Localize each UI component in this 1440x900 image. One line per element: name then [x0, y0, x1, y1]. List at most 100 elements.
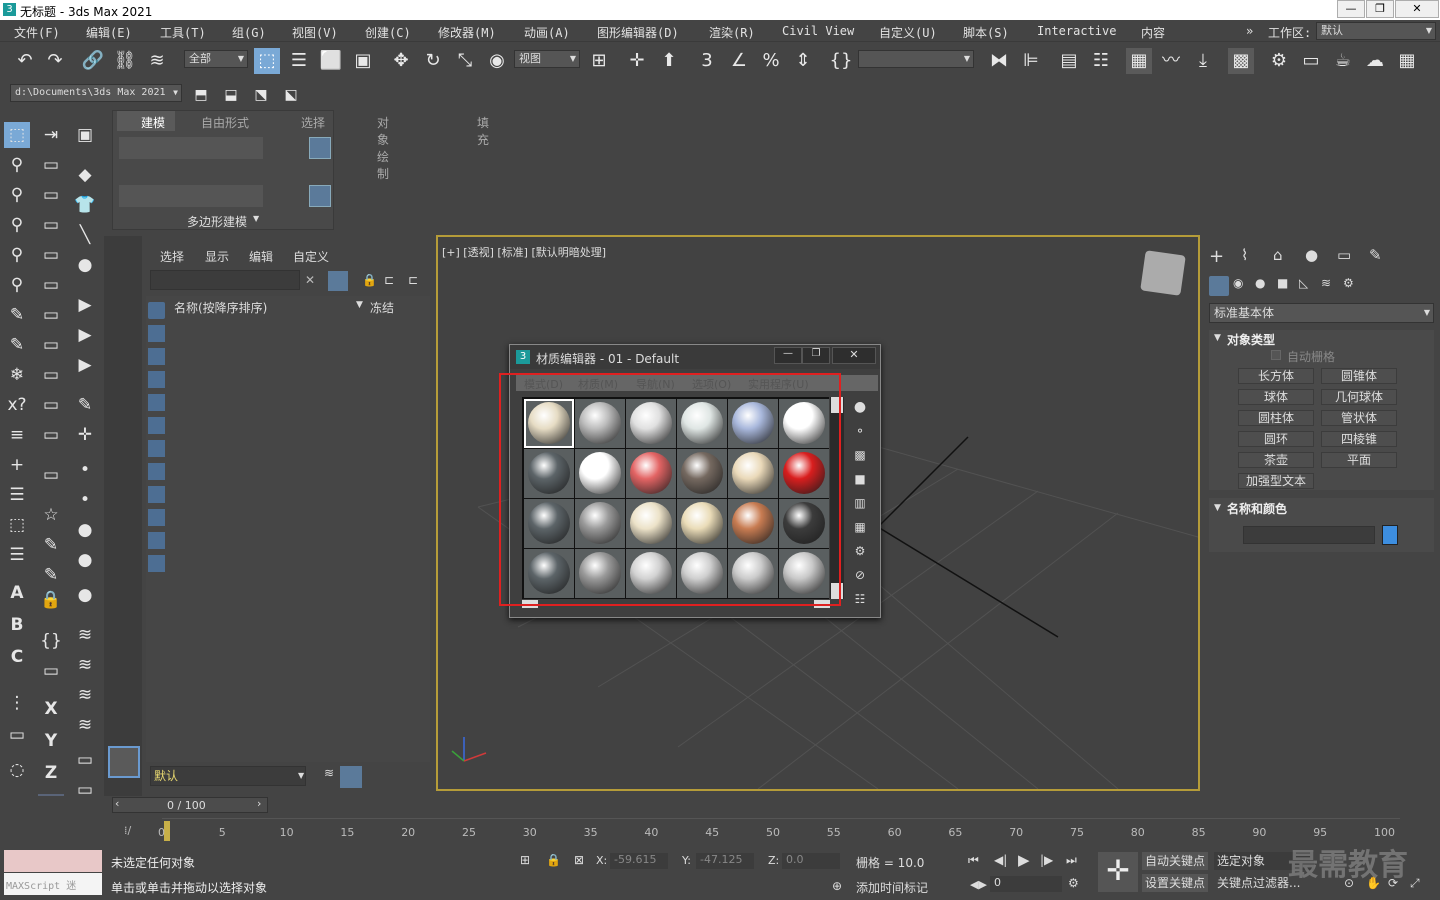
project-path-select[interactable]: d:\Documents\3ds Max 2021 ▼ — [10, 84, 182, 102]
lock-list-icon[interactable]: 🔒 — [362, 273, 377, 287]
menu-modifiers[interactable]: 修改器(M) — [438, 24, 496, 41]
mat-close-button[interactable]: ✕ — [832, 347, 876, 364]
panel-icon-5[interactable]: ▭ — [38, 272, 64, 298]
rollout-title-object-type[interactable]: 对象类型 — [1227, 331, 1275, 348]
ribbon-panel-label[interactable]: 多边形建模 — [187, 213, 247, 230]
window-crossing-icon[interactable]: ▣ — [350, 48, 376, 74]
clear-search-icon[interactable]: ✕ — [305, 273, 315, 287]
stack-tool-icon-2[interactable]: ≋ — [72, 652, 98, 678]
ruler-icon[interactable]: ▭ — [4, 722, 30, 748]
sort-arrow-icon[interactable]: ▼ — [356, 300, 363, 310]
textplus-button[interactable]: 加强型文本 — [1238, 473, 1314, 489]
menu-graph-editors[interactable]: 图形编辑器(D) — [597, 24, 679, 41]
menu-create[interactable]: 创建(C) — [365, 24, 411, 41]
auto-key-button[interactable]: 自动关键点 — [1142, 852, 1208, 870]
utilities-tab-icon[interactable]: ✎ — [1369, 246, 1382, 264]
panel-icon-6[interactable]: ▭ — [38, 302, 64, 328]
keyboard-shortcut-icon[interactable]: ⬆ — [656, 48, 682, 74]
edit-named-sets-icon[interactable]: {} — [828, 48, 854, 74]
helper-filter-icon[interactable] — [148, 394, 165, 411]
menu-customize[interactable]: 自定义(U) — [879, 24, 937, 41]
select-by-material-icon[interactable]: ⊘ — [852, 567, 868, 583]
shirt-icon[interactable]: 👕 — [72, 192, 98, 218]
a-icon[interactable]: A — [4, 580, 30, 606]
render-production-icon[interactable]: ☕ — [1330, 48, 1356, 74]
play-icon[interactable]: ▶ — [1018, 851, 1030, 869]
unlink-icon[interactable]: ⛓ — [112, 48, 138, 74]
maxscript-input[interactable]: MAXScript 迷 — [4, 873, 102, 895]
systems-cat-icon[interactable]: ⚙ — [1343, 276, 1354, 290]
backlight-icon[interactable]: ⚬ — [852, 423, 868, 439]
hidden-filter-icon[interactable] — [148, 555, 165, 572]
scene-preview-icon[interactable] — [108, 746, 140, 778]
selection-lock-icon[interactable]: 🔒 — [546, 853, 561, 867]
curve-editor-icon[interactable]: 〰 — [1158, 48, 1184, 74]
project-folder-icon[interactable]: ⬓ — [218, 82, 244, 108]
scene-search-input[interactable] — [150, 270, 300, 290]
shapes-cat-icon[interactable]: ◉ — [1233, 276, 1243, 290]
menu-content[interactable]: 内容 — [1141, 24, 1165, 41]
add-layer-icon[interactable]: + — [4, 452, 30, 478]
scene-tab-display[interactable]: 显示 — [205, 248, 229, 265]
object-color-swatch[interactable] — [1382, 525, 1398, 545]
cylinder-button[interactable]: 圆柱体 — [1238, 410, 1314, 426]
scale-icon[interactable]: ⤡ — [452, 48, 478, 74]
layer-manager-icon[interactable] — [340, 766, 362, 788]
layer-stack-icon[interactable]: ≋ — [318, 766, 340, 788]
place-icon[interactable]: ◉ — [484, 48, 510, 74]
snap-point-icon[interactable]: ⚲ — [4, 212, 30, 238]
maxscript-listener[interactable] — [4, 850, 102, 872]
panel-icon-4[interactable]: ▭ — [38, 242, 64, 268]
filter-icon[interactable] — [328, 271, 348, 291]
play-tool-icon-1[interactable]: ▶ — [72, 292, 98, 318]
rect-selection-icon[interactable]: ⬜ — [318, 48, 344, 74]
y-coord-field[interactable]: -47.125 — [696, 853, 754, 869]
panel-icon-8[interactable]: ▭ — [38, 362, 64, 388]
rotate-icon[interactable]: ↻ — [420, 48, 446, 74]
selection-filter-select[interactable]: 全部 ▼ — [184, 50, 248, 68]
magnet-icon[interactable]: ⚲ — [4, 182, 30, 208]
menu-civil-view[interactable]: Civil View — [782, 24, 854, 38]
align-icon[interactable]: ⊫ — [1018, 48, 1044, 74]
panel-icon-2[interactable]: ▭ — [38, 182, 64, 208]
spacewarps-cat-icon[interactable]: ≋ — [1321, 276, 1331, 290]
ribbon-tab-populate[interactable]: 填充 — [477, 114, 489, 148]
geometry-filter-icon[interactable] — [148, 302, 165, 319]
z-coord-field[interactable]: 0.0 — [782, 853, 840, 869]
make-preview-icon[interactable]: ▦ — [852, 519, 868, 535]
motion-tab-icon[interactable]: ● — [1305, 246, 1318, 264]
panel-icon-9[interactable]: ▭ — [38, 392, 64, 418]
c-icon[interactable]: C — [4, 644, 30, 670]
panel-icon-12[interactable]: ☆ — [38, 502, 64, 528]
set-project-folder-icon[interactable]: ⬒ — [188, 82, 214, 108]
prev-frame-arrow[interactable]: ‹ — [115, 797, 119, 810]
select-manipulate-icon[interactable]: ✛ — [624, 48, 650, 74]
xref-filter-icon[interactable] — [148, 463, 165, 480]
time-slider[interactable]: ‹ 0 / 100 › — [112, 797, 268, 813]
stack2-icon[interactable]: ☰ — [4, 542, 30, 568]
undo-icon[interactable]: ↶ — [12, 48, 38, 74]
teapot-button[interactable]: 茶壶 — [1238, 452, 1314, 468]
lights-cat-icon[interactable]: ● — [1255, 276, 1265, 290]
scene-tab-edit[interactable]: 编辑 — [249, 248, 273, 265]
mat-maximize-button[interactable]: ❐ — [802, 347, 830, 364]
percent-snap-icon[interactable]: % — [758, 48, 784, 74]
render-setup-icon[interactable]: ⚙ — [1266, 48, 1292, 74]
import-icon[interactable]: ⇥ — [38, 122, 64, 148]
layer-explorer-icon[interactable]: ▤ — [1056, 48, 1082, 74]
options-icon[interactable]: ⚙ — [852, 543, 868, 559]
helpers-cat-icon[interactable]: ◺ — [1299, 276, 1308, 290]
scene-explorer-icon[interactable]: ▦ — [1126, 48, 1152, 74]
time-config-icon[interactable]: ⚙ — [1068, 876, 1079, 890]
layers-icon[interactable]: ≡ — [4, 422, 30, 448]
curve-editor-toggle-icon[interactable]: ⁞∕ — [124, 824, 131, 837]
display-tab-icon[interactable]: ▭ — [1337, 246, 1351, 264]
light-filter-icon[interactable] — [148, 348, 165, 365]
cameras-cat-icon[interactable]: ■ — [1277, 276, 1288, 290]
cone-button[interactable]: 圆锥体 — [1321, 368, 1397, 384]
pivot-icon[interactable]: ⊞ — [586, 48, 612, 74]
panel-icon-11[interactable]: ▭ — [38, 462, 64, 488]
dotted-circle-icon[interactable]: ◌ — [4, 757, 30, 783]
lasso-icon[interactable]: ⚲ — [4, 152, 30, 178]
stack-tool-icon-3[interactable]: ≋ — [72, 682, 98, 708]
